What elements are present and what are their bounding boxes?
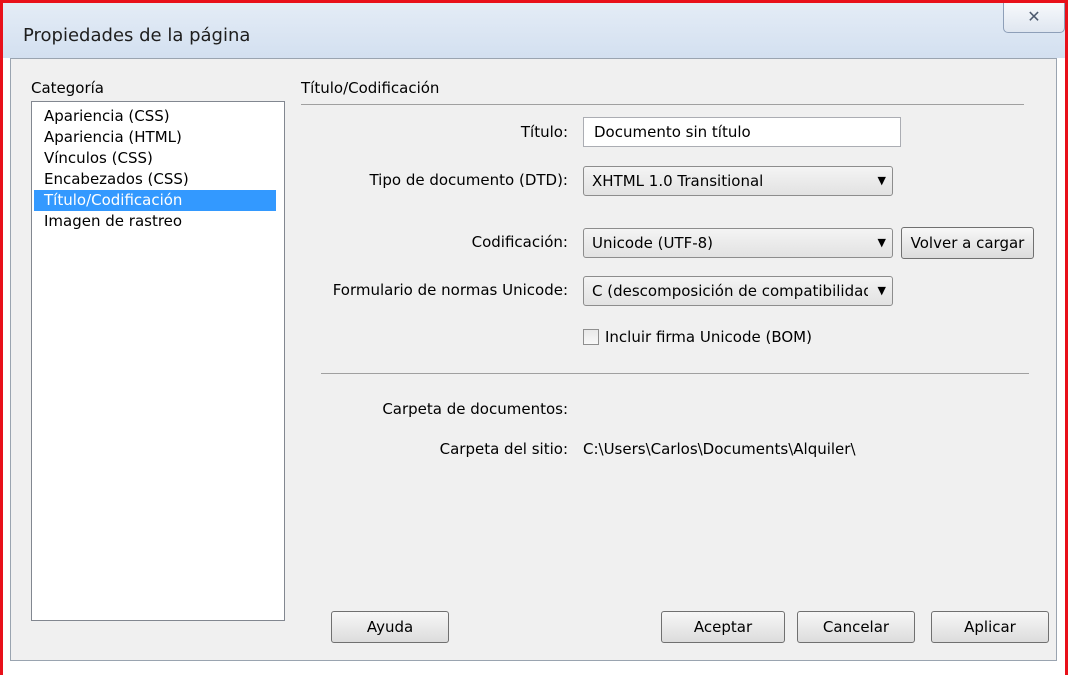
category-item-apariencia-html[interactable]: Apariencia (HTML) [42,127,184,148]
chevron-down-icon: ▼ [877,284,886,297]
normal-form-select-value: C (descomposición de compatibilidad [592,282,868,300]
dialog-body: Categoría Apariencia (CSS) Apariencia (H… [10,58,1057,661]
encoding-label: Codificación: [471,233,568,251]
close-button[interactable]: ✕ [1003,3,1065,33]
category-item-encabezados-css[interactable]: Encabezados (CSS) [42,169,191,190]
site-folder-label: Carpeta del sitio: [439,440,568,458]
section-title: Título/Codificación [301,79,440,97]
bom-checkbox[interactable] [583,329,599,345]
doc-folder-label: Carpeta de documentos: [382,400,568,418]
normal-form-label: Formulario de normas Unicode: [332,281,568,299]
title-bar: Propiedades de la página ✕ [3,3,1065,58]
chevron-down-icon: ▼ [877,174,886,187]
encoding-select-value: Unicode (UTF-8) [592,234,714,252]
apply-button[interactable]: Aplicar [931,611,1049,643]
close-icon: ✕ [1027,7,1041,26]
title-label: Título: [520,123,568,141]
category-item-imagen-rastreo[interactable]: Imagen de rastreo [42,211,184,232]
section-divider [301,104,1024,105]
window-title: Propiedades de la página [23,25,251,46]
dtd-select[interactable]: XHTML 1.0 Transitional ▼ [583,166,893,196]
category-list[interactable]: Apariencia (CSS) Apariencia (HTML) Víncu… [31,101,285,621]
reload-button[interactable]: Volver a cargar [901,227,1034,259]
form-divider [321,373,1029,374]
category-item-vinculos-css[interactable]: Vínculos (CSS) [42,148,155,169]
bom-checkbox-label[interactable]: Incluir firma Unicode (BOM) [605,328,812,346]
dtd-select-value: XHTML 1.0 Transitional [592,172,764,190]
chevron-down-icon: ▼ [877,236,886,249]
category-item-apariencia-css[interactable]: Apariencia (CSS) [42,106,172,127]
cancel-button[interactable]: Cancelar [797,611,915,643]
encoding-select[interactable]: Unicode (UTF-8) ▼ [583,228,893,258]
category-item-titulo-codificacion[interactable]: Título/Codificación [34,190,276,211]
title-input[interactable]: Documento sin título [583,117,901,147]
normal-form-select[interactable]: C (descomposición de compatibilidad ▼ [583,276,893,306]
site-folder-value: C:\Users\Carlos\Documents\Alquiler\ [583,440,856,458]
category-label: Categoría [31,79,105,97]
ok-button[interactable]: Aceptar [661,611,785,643]
help-button[interactable]: Ayuda [331,611,449,643]
dtd-label: Tipo de documento (DTD): [369,171,568,189]
